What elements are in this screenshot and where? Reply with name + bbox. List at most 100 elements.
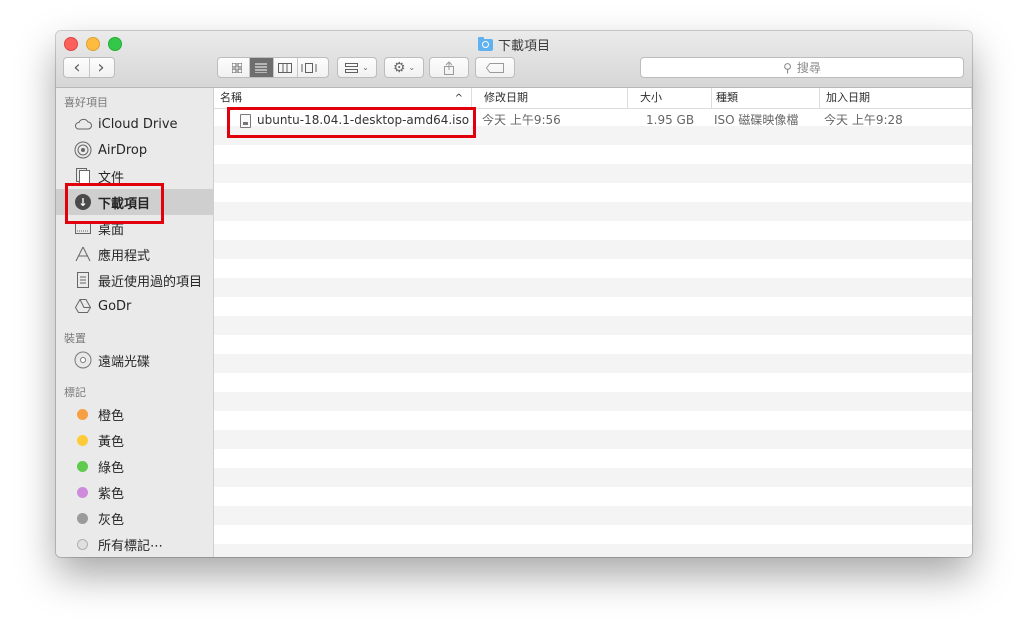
column-header-name[interactable]: 名稱 ^ [214, 88, 472, 108]
sidebar-item-label: GoDr [98, 298, 132, 314]
file-modified: 今天 上午9:56 [482, 113, 561, 127]
gear-icon: ⚙ [392, 59, 406, 76]
sidebar-tag-purple[interactable]: 紫色 [56, 479, 213, 505]
column-header-modified-label: 修改日期 [484, 91, 528, 104]
tag-button[interactable] [475, 57, 515, 78]
sidebar-tag-all[interactable]: 所有標記⋯ [56, 531, 213, 557]
sidebar-item-remote-disc[interactable]: 遠端光碟 [56, 347, 213, 373]
window-title: 下載項目 [56, 35, 972, 54]
group-button[interactable]: ⌄ [337, 57, 377, 78]
action-button[interactable]: ⚙ ⌄ [384, 57, 424, 78]
sidebar-item-label: 灰色 [98, 512, 125, 528]
sidebar-item-label: 最近使用過的項目 [98, 274, 203, 290]
file-name-cell: ubuntu-18.04.1-desktop-amd64.iso [240, 111, 469, 130]
sidebar-item-godr[interactable]: GoDr [56, 293, 213, 319]
view-mode-control [217, 57, 329, 78]
column-header-kind-label: 種類 [716, 91, 738, 104]
sidebar-item-label: 遠端光碟 [98, 354, 151, 370]
column-header-modified[interactable]: 修改日期 [478, 88, 628, 108]
sidebar-item-label: 桌面 [98, 222, 125, 238]
search-placeholder: 搜尋 [796, 61, 821, 75]
yellow-tag-dot-icon [77, 434, 88, 446]
column-header-size[interactable]: 大小 [634, 88, 712, 108]
column-header-added-label: 加入日期 [826, 91, 870, 104]
sidebar-tag-yellow[interactable]: 黃色 [56, 427, 213, 453]
disc-icon [74, 351, 92, 369]
search-field[interactable]: ⚲ 搜尋 [640, 57, 964, 78]
column-header-kind[interactable]: 種類 [710, 88, 820, 108]
download-icon: ↓ [74, 193, 92, 211]
icon-view-button[interactable] [226, 58, 250, 77]
recents-icon [74, 271, 92, 289]
chevron-down-icon: ⌄ [362, 63, 369, 72]
column-header: 名稱 ^ 修改日期 大小 種類 加入日期 [214, 88, 972, 109]
purple-tag-dot-icon [77, 486, 88, 498]
sidebar-item-label: 橙色 [98, 408, 125, 424]
gallery-view-button[interactable] [298, 58, 321, 77]
table-row[interactable]: ubuntu-18.04.1-desktop-amd64.iso 今天 上午9:… [214, 111, 972, 130]
sidebar-section-devices: 裝置 [64, 332, 86, 345]
desktop-icon [74, 219, 92, 237]
sidebar-item-applications[interactable]: 應用程式 [56, 241, 213, 267]
gray-tag-dot-icon [77, 512, 88, 524]
sidebar-item-recents[interactable]: 最近使用過的項目 [56, 267, 213, 293]
title-toolbar: 下載項目 ‹ › ⌄ ⚙ ⌄ ⚲ 搜尋 [56, 31, 972, 88]
sidebar-item-documents[interactable]: 文件 [56, 163, 213, 189]
sidebar-item-icloud-drive[interactable]: iCloud Drive [56, 111, 213, 137]
sidebar-item-desktop[interactable]: 桌面 [56, 215, 213, 241]
orange-tag-dot-icon [77, 408, 88, 420]
forward-button[interactable]: › [90, 58, 113, 77]
share-icon [444, 60, 454, 75]
column-header-size-label: 大小 [640, 91, 662, 104]
sort-ascending-icon: ^ [454, 93, 463, 104]
cloud-icon [74, 115, 92, 133]
sidebar-item-label: 綠色 [98, 460, 125, 476]
green-tag-dot-icon [77, 460, 88, 472]
all-tags-dot-icon [77, 538, 88, 550]
column-view-icon [278, 62, 292, 73]
finder-window: 下載項目 ‹ › ⌄ ⚙ ⌄ ⚲ 搜尋 喜好項目 iCloud Drive Ai… [56, 31, 972, 557]
downloads-folder-icon [477, 36, 493, 51]
chevron-down-icon: ⌄ [408, 63, 416, 72]
google-drive-icon [74, 297, 92, 315]
nav-buttons: ‹ › [63, 57, 115, 78]
back-icon: ‹ [73, 56, 81, 78]
tag-icon [486, 62, 504, 73]
disk-image-file-icon [240, 113, 251, 128]
search-icon: ⚲ [783, 60, 792, 75]
sidebar-item-airdrop[interactable]: AirDrop [56, 137, 213, 163]
group-icon [345, 62, 359, 73]
sidebar-tag-gray[interactable]: 灰色 [56, 505, 213, 531]
list-view-button[interactable] [249, 58, 274, 77]
sidebar-item-label: 下載項目 [98, 196, 151, 212]
icon-view-icon [232, 62, 242, 73]
sidebar-section-tags: 標記 [64, 386, 86, 399]
sidebar-item-label: iCloud Drive [98, 116, 178, 132]
sidebar: 喜好項目 iCloud Drive AirDrop 文件 ↓ 下載項目 桌面 應… [56, 88, 214, 557]
airdrop-icon [74, 141, 92, 159]
sidebar-item-downloads[interactable]: ↓ 下載項目 [56, 189, 213, 215]
forward-icon: › [97, 56, 105, 78]
sidebar-item-label: 文件 [98, 170, 125, 186]
column-view-button[interactable] [274, 58, 298, 77]
sidebar-tag-green[interactable]: 綠色 [56, 453, 213, 479]
sidebar-item-label: 黃色 [98, 434, 125, 450]
column-header-added[interactable]: 加入日期 [820, 88, 972, 108]
list-view-icon [255, 63, 267, 73]
sidebar-item-label: 所有標記⋯ [98, 538, 164, 554]
document-icon [74, 167, 92, 185]
share-button[interactable] [429, 57, 469, 78]
file-kind: ISO 磁碟映像檔 [714, 113, 799, 127]
sidebar-item-label: 應用程式 [98, 248, 151, 264]
sidebar-tag-orange[interactable]: 橙色 [56, 401, 213, 427]
window-title-text: 下載項目 [497, 39, 550, 54]
back-button[interactable]: ‹ [66, 58, 90, 77]
file-name: ubuntu-18.04.1-desktop-amd64.iso [257, 113, 470, 127]
sidebar-item-label: AirDrop [98, 142, 148, 158]
file-size: 1.95 GB [646, 113, 695, 127]
sidebar-item-label: 紫色 [98, 486, 125, 502]
applications-icon [74, 245, 92, 263]
column-header-name-label: 名稱 [220, 91, 242, 104]
file-list: 名稱 ^ 修改日期 大小 種類 加入日期 ubuntu-18.04.1-desk… [214, 88, 972, 557]
sidebar-section-favorites: 喜好項目 [64, 96, 108, 109]
